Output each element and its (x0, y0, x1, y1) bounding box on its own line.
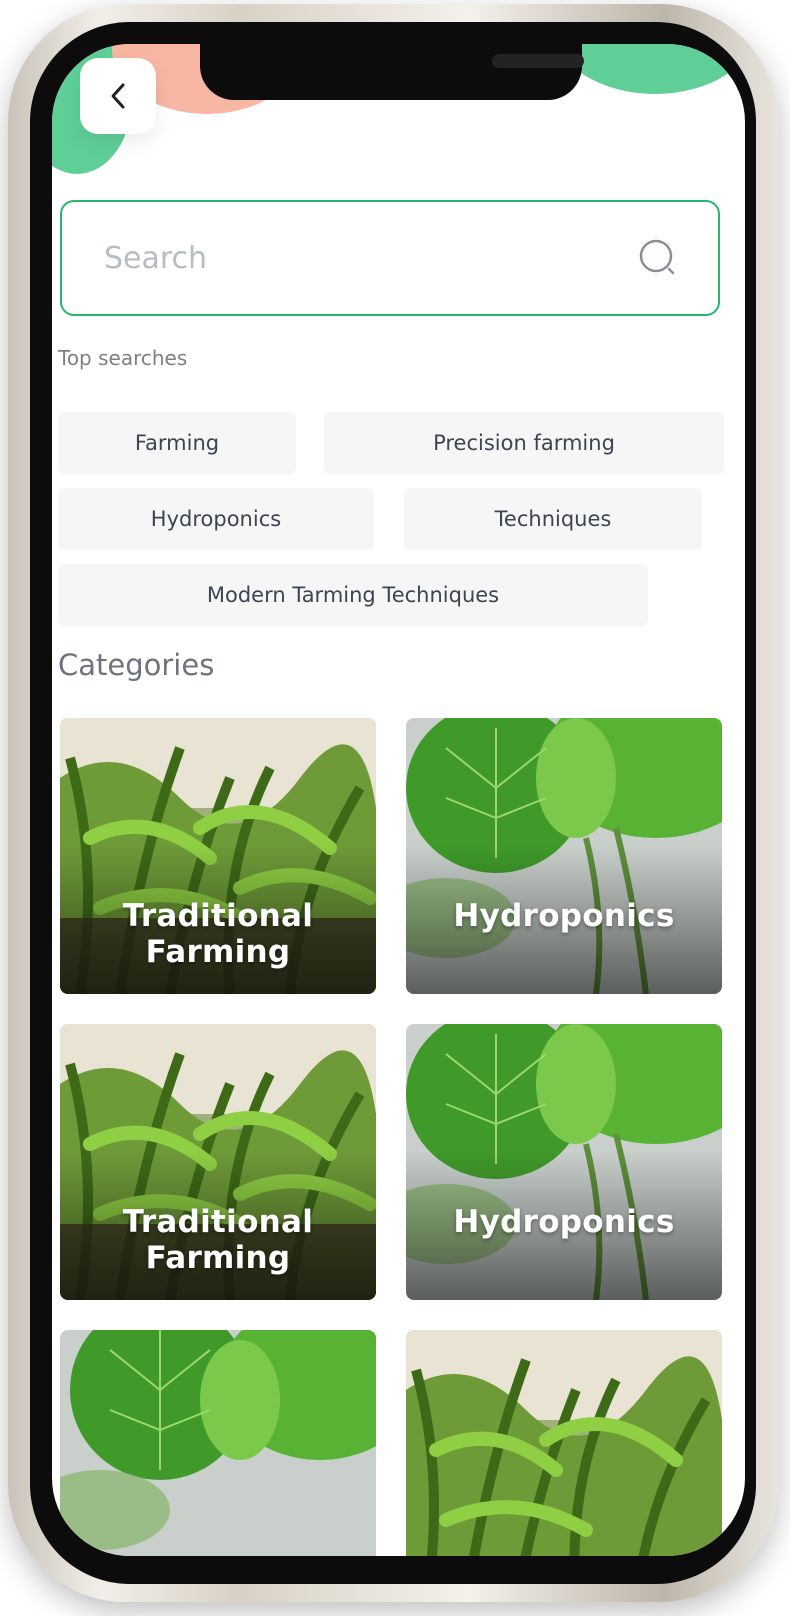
search-chip-precision-farming[interactable]: Precision farming (324, 412, 724, 474)
search-chip-hydroponics[interactable]: Hydroponics (58, 488, 374, 550)
search-chip-techniques[interactable]: Techniques (404, 488, 702, 550)
top-searches-heading: Top searches (58, 346, 188, 370)
search-bar[interactable] (60, 200, 720, 316)
strawberry-leaf-image (60, 1330, 376, 1556)
category-card-hydroponics[interactable]: Hydroponics (406, 1024, 722, 1300)
app-screen: Top searches Farming Precision farming H… (52, 44, 745, 1556)
category-card-traditional-farming[interactable]: Traditional Farming (60, 718, 376, 994)
category-card-label: Hydroponics (453, 898, 675, 934)
search-icon[interactable] (638, 238, 678, 278)
search-chip-modern-techniques[interactable]: Modern Tarming Techniques (58, 564, 648, 626)
chevron-left-icon (111, 83, 125, 109)
category-card-label: Traditional Farming (122, 898, 314, 970)
search-chip-farming[interactable]: Farming (58, 412, 296, 474)
categories-heading: Categories (58, 648, 215, 682)
category-card[interactable] (60, 1330, 376, 1556)
category-card-hydroponics[interactable]: Hydroponics (406, 718, 722, 994)
category-card-label: Hydroponics (453, 1204, 675, 1240)
category-card-label: Traditional Farming (122, 1204, 314, 1276)
search-input[interactable] (102, 239, 638, 277)
phone-notch (200, 44, 584, 100)
corn-field-image (406, 1330, 722, 1556)
category-card[interactable] (406, 1330, 722, 1556)
category-card-traditional-farming[interactable]: Traditional Farming (60, 1024, 376, 1300)
back-button[interactable] (80, 58, 156, 134)
speaker-grille (492, 54, 584, 68)
decorative-blob (555, 44, 745, 94)
